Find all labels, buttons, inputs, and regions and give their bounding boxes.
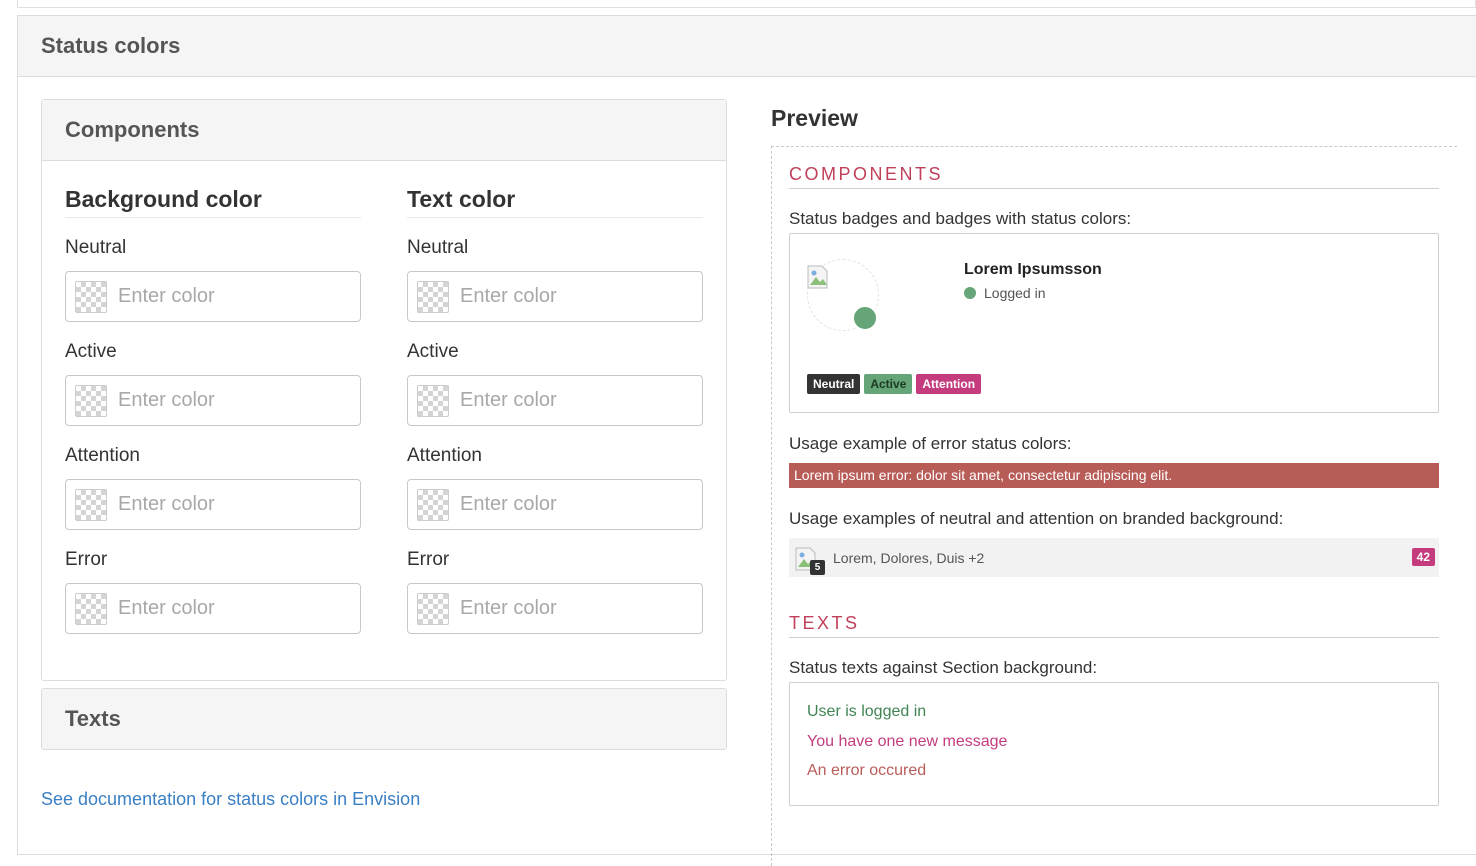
- member-names: Lorem, Dolores, Duis +2: [833, 549, 985, 566]
- error-label: Usage example of error status colors:: [789, 434, 1072, 453]
- input-placeholder: Enter color: [460, 285, 557, 307]
- background-color-title: Background color: [65, 186, 361, 218]
- online-status-dot: [852, 305, 878, 331]
- branded-label: Usage examples of neutral and attention …: [789, 509, 1284, 528]
- color-swatch-icon[interactable]: [417, 384, 449, 417]
- attention-badge: Attention: [916, 374, 982, 394]
- bg-attention-field: Attention Enter color: [65, 445, 361, 530]
- texts-settings-header[interactable]: Texts: [41, 688, 727, 750]
- status-colors-header: Status colors: [18, 16, 1476, 77]
- color-swatch-icon[interactable]: [75, 280, 107, 313]
- bg-attention-input[interactable]: Enter color: [65, 479, 361, 530]
- components-header[interactable]: Components: [42, 100, 726, 161]
- bg-error-field: Error Enter color: [65, 549, 361, 634]
- components-title: Components: [65, 117, 200, 142]
- text-attention-input[interactable]: Enter color: [407, 479, 703, 530]
- color-swatch-icon[interactable]: [417, 488, 449, 521]
- field-label: Active: [407, 341, 459, 362]
- avatar: [807, 259, 879, 331]
- badge-preview-card: Lorem Ipsumsson Logged in Neutral Active…: [789, 233, 1439, 413]
- bg-active-input[interactable]: Enter color: [65, 375, 361, 426]
- error-status-text: An error occured: [807, 762, 927, 779]
- color-swatch-icon[interactable]: [75, 384, 107, 417]
- broken-image-icon: [807, 265, 828, 289]
- status-dot-icon: [964, 287, 976, 299]
- field-label: Attention: [407, 445, 482, 466]
- person-name: Lorem Ipsumsson: [964, 261, 1102, 278]
- member-count-badge: 5: [810, 559, 825, 575]
- text-active-input[interactable]: Enter color: [407, 375, 703, 426]
- input-placeholder: Enter color: [118, 597, 215, 619]
- notification-count-badge: 42: [1411, 548, 1435, 566]
- group-avatar: 5: [795, 545, 825, 575]
- background-color-column: Background color Neutral Enter color Act…: [65, 186, 361, 634]
- documentation-link[interactable]: See documentation for status colors in E…: [41, 789, 420, 810]
- preview-title: Preview: [771, 105, 858, 131]
- text-color-title: Text color: [407, 186, 703, 218]
- status-colors-panel: Status colors Components Background colo…: [17, 15, 1476, 866]
- person-status-text: Logged in: [984, 285, 1046, 301]
- error-message-bar: Lorem ipsum error: dolor sit amet, conse…: [789, 463, 1439, 488]
- status-texts-label: Status texts against Section background:: [789, 658, 1098, 677]
- status-texts-card: User is logged in You have one new messa…: [789, 682, 1439, 806]
- preview-area: COMPONENTS Status badges and badges with…: [771, 146, 1457, 866]
- neutral-badge: Neutral: [807, 374, 861, 394]
- input-placeholder: Enter color: [118, 493, 215, 515]
- text-neutral-field: Neutral Enter color: [407, 237, 703, 322]
- color-swatch-icon[interactable]: [417, 280, 449, 313]
- components-settings-box: Components Background color Neutral Ente…: [41, 99, 727, 681]
- text-neutral-input[interactable]: Enter color: [407, 271, 703, 322]
- input-placeholder: Enter color: [118, 389, 215, 411]
- bg-error-input[interactable]: Enter color: [65, 583, 361, 634]
- input-placeholder: Enter color: [460, 389, 557, 411]
- field-label: Active: [65, 341, 117, 362]
- bg-active-field: Active Enter color: [65, 341, 361, 426]
- bg-neutral-input[interactable]: Enter color: [65, 271, 361, 322]
- color-swatch-icon[interactable]: [75, 592, 107, 625]
- bg-neutral-field: Neutral Enter color: [65, 237, 361, 322]
- text-error-input[interactable]: Enter color: [407, 583, 703, 634]
- field-label: Error: [65, 549, 108, 570]
- branded-background-bar: 5 Lorem, Dolores, Duis +2 42: [789, 538, 1439, 577]
- text-error-field: Error Enter color: [407, 549, 703, 634]
- badge-row: Neutral Active Attention: [807, 374, 982, 394]
- attention-status-text: You have one new message: [807, 733, 1008, 750]
- status-colors-title: Status colors: [41, 33, 181, 58]
- text-attention-field: Attention Enter color: [407, 445, 703, 530]
- texts-title: Texts: [65, 706, 121, 731]
- input-placeholder: Enter color: [460, 597, 557, 619]
- input-placeholder: Enter color: [118, 285, 215, 307]
- field-label: Error: [407, 549, 450, 570]
- previous-panel-edge: [17, 0, 1476, 8]
- field-label: Neutral: [407, 237, 469, 258]
- text-active-field: Active Enter color: [407, 341, 703, 426]
- components-heading: COMPONENTS: [789, 164, 1439, 189]
- color-swatch-icon[interactable]: [75, 488, 107, 521]
- field-label: Neutral: [65, 237, 127, 258]
- person-status: Logged in: [964, 285, 1046, 301]
- color-swatch-icon[interactable]: [417, 592, 449, 625]
- text-color-column: Text color Neutral Enter color Active En…: [407, 186, 703, 634]
- active-badge: Active: [864, 374, 913, 394]
- badges-label: Status badges and badges with status col…: [789, 209, 1132, 228]
- input-placeholder: Enter color: [460, 493, 557, 515]
- field-label: Attention: [65, 445, 140, 466]
- texts-heading: TEXTS: [789, 613, 1439, 638]
- active-status-text: User is logged in: [807, 703, 927, 720]
